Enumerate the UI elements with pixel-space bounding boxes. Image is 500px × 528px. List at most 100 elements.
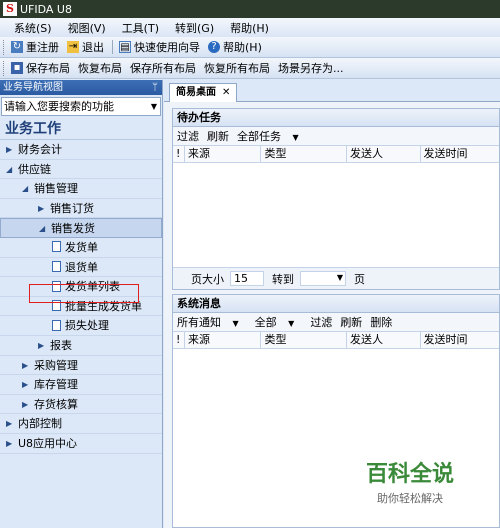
chevron-down-icon[interactable]: ▼ — [148, 98, 160, 115]
toolbar-separator — [112, 40, 113, 54]
re-register-icon: ↻ — [11, 41, 23, 53]
menu-system[interactable]: 系统(S) — [14, 20, 52, 36]
menu-view[interactable]: 视图(V) — [68, 20, 106, 36]
document-icon — [52, 261, 61, 273]
tree-node-reports[interactable]: ▶ 报表 — [0, 336, 162, 356]
tree-node-sales-order[interactable]: ▶ 销售订货 — [0, 199, 162, 219]
save-all-layouts-button[interactable]: 保存所有布局 — [130, 60, 196, 76]
window-title: UFIDA U8 — [20, 2, 72, 16]
wizard-button[interactable]: ▤ 快速使用向导 — [119, 39, 200, 55]
tree-node-internal-control[interactable]: ▶ 内部控制 — [0, 414, 162, 434]
todo-table-header: ! 来源 类型 发送人 发送时间 — [173, 146, 499, 163]
collapse-arrow-icon[interactable]: ◢ — [39, 219, 45, 239]
pin-icon[interactable]: ᛘ — [152, 80, 158, 95]
column-source[interactable]: 来源 — [185, 332, 262, 348]
all-notifications-dropdown[interactable]: 所有通知 ▼ — [177, 314, 247, 330]
watermark-subtitle: 助你轻松解决 — [377, 492, 443, 505]
function-search-input[interactable]: 请输入您要搜索的功能 ▼ — [1, 97, 161, 116]
column-source[interactable]: 来源 — [185, 146, 262, 162]
close-icon[interactable]: ✕ — [222, 84, 230, 102]
tree-node-sales-delivery[interactable]: ◢ 销售发货 — [0, 218, 162, 238]
toolbar-grip[interactable] — [3, 39, 7, 55]
tree-node-inventory-management[interactable]: ▶ 库存管理 — [0, 375, 162, 395]
column-send-time[interactable]: 发送时间 — [421, 332, 500, 348]
tree-node-sales-management[interactable]: ◢ 销售管理 — [0, 179, 162, 199]
all-tasks-dropdown[interactable]: 全部任务 ▼ — [237, 128, 307, 144]
tree-node-purchase-management[interactable]: ▶ 采购管理 — [0, 356, 162, 376]
refresh-button[interactable]: 刷新 — [207, 128, 229, 144]
collapse-arrow-icon[interactable]: ◢ — [6, 160, 12, 180]
tree-node-delivery-note[interactable]: 发货单 — [0, 238, 162, 258]
messages-table-header: ! 来源 类型 发送人 发送时间 — [173, 332, 499, 349]
watermark-title: 百科全说 — [366, 462, 455, 487]
refresh-button[interactable]: 刷新 — [340, 314, 362, 330]
toolbar-grip[interactable] — [3, 60, 7, 76]
tree-node-supply-chain[interactable]: ◢ 供应链 — [0, 160, 162, 180]
business-work-title: 业务工作 — [0, 118, 162, 140]
watermark: 百科全说 助你轻松解决 — [366, 456, 454, 506]
nav-header: 业务导航视图 ᛘ — [0, 80, 162, 95]
menu-goto[interactable]: 转到(G) — [175, 20, 214, 36]
app-logo-icon: S — [3, 2, 17, 16]
title-bar: S UFIDA U8 — [0, 0, 500, 18]
column-type[interactable]: 类型 — [261, 146, 347, 162]
document-icon — [52, 319, 61, 331]
page-size-input[interactable]: 15 — [230, 271, 264, 286]
restore-all-layouts-button[interactable]: 恢复所有布局 — [204, 60, 270, 76]
expand-arrow-icon[interactable]: ▶ — [38, 336, 44, 356]
column-priority[interactable]: ! — [173, 146, 185, 162]
tree-node-u8-app-center[interactable]: ▶ U8应用中心 — [0, 434, 162, 454]
todo-panel: 待办任务 过滤 刷新 全部任务 ▼ ! 来源 类型 发送人 发送时间 页大小 1… — [172, 108, 500, 290]
goto-page-select[interactable]: ▼ — [300, 271, 346, 286]
expand-arrow-icon[interactable]: ▶ — [6, 140, 12, 160]
help-icon: ? — [208, 41, 220, 53]
restore-layout-button[interactable]: 恢复布局 — [78, 60, 122, 76]
re-register-button[interactable]: ↻ 重注册 — [11, 39, 59, 55]
column-sender[interactable]: 发送人 — [347, 146, 421, 162]
expand-arrow-icon[interactable]: ▶ — [6, 434, 12, 454]
save-scene-as-button[interactable]: 场景另存为... — [278, 60, 344, 76]
chevron-down-icon: ▼ — [336, 273, 343, 282]
menu-bar: 系统(S) 视图(V) 工具(T) 转到(G) 帮助(H) — [0, 18, 500, 37]
tree-node-return-note[interactable]: 退货单 — [0, 258, 162, 278]
save-layout-button[interactable]: ▪ 保存布局 — [11, 60, 70, 76]
delete-button[interactable]: 删除 — [370, 314, 392, 330]
column-sender[interactable]: 发送人 — [347, 332, 421, 348]
save-icon: ▪ — [11, 62, 23, 74]
expand-arrow-icon[interactable]: ▶ — [22, 356, 28, 376]
tab-simple-desktop[interactable]: 简易桌面 ✕ — [169, 83, 238, 102]
menu-help[interactable]: 帮助(H) — [230, 20, 269, 36]
tree-node-inventory-accounting[interactable]: ▶ 存货核算 — [0, 395, 162, 415]
document-icon — [52, 241, 61, 253]
messages-title: 系统消息 — [173, 295, 499, 313]
expand-arrow-icon[interactable]: ▶ — [6, 414, 12, 434]
filter-button[interactable]: 过滤 — [310, 314, 332, 330]
highlight-box — [29, 284, 139, 303]
filter-button[interactable]: 过滤 — [177, 128, 199, 144]
chevron-down-icon: ▼ — [288, 319, 295, 328]
exit-button[interactable]: ⇥ 退出 — [67, 39, 104, 55]
layout-toolbar: ▪ 保存布局 恢复布局 保存所有布局 恢复所有布局 场景另存为... — [0, 58, 500, 79]
column-send-time[interactable]: 发送时间 — [421, 146, 500, 162]
expand-arrow-icon[interactable]: ▶ — [38, 199, 44, 219]
tab-strip: 简易桌面 ✕ — [164, 80, 500, 102]
menu-tools[interactable]: 工具(T) — [122, 20, 159, 36]
wizard-icon: ▤ — [119, 41, 131, 53]
messages-actions: 所有通知 ▼ 全部 ▼ 过滤 刷新 删除 — [173, 313, 499, 332]
column-type[interactable]: 类型 — [261, 332, 347, 348]
navigation-panel: 业务导航视图 ᛘ 请输入您要搜索的功能 ▼ 业务工作 ▶ 财务会计 ◢ 供应链 ◢ 销… — [0, 80, 163, 528]
chevron-down-icon: ▼ — [292, 133, 299, 142]
column-priority[interactable]: ! — [173, 332, 185, 348]
tree-node-loss-handling[interactable]: 损失处理 — [0, 316, 162, 336]
main-toolbar: ↻ 重注册 ⇥ 退出 ▤ 快速使用向导 ? 帮助(H) — [0, 37, 500, 58]
tree-node-finance[interactable]: ▶ 财务会计 — [0, 140, 162, 160]
collapse-arrow-icon[interactable]: ◢ — [22, 179, 28, 199]
help-button[interactable]: ? 帮助(H) — [208, 39, 262, 55]
all-dropdown[interactable]: 全部 ▼ — [255, 314, 303, 330]
expand-arrow-icon[interactable]: ▶ — [22, 395, 28, 415]
chevron-down-icon: ▼ — [232, 319, 239, 328]
expand-arrow-icon[interactable]: ▶ — [22, 375, 28, 395]
todo-actions: 过滤 刷新 全部任务 ▼ — [173, 127, 499, 146]
exit-icon: ⇥ — [67, 41, 79, 53]
todo-title: 待办任务 — [173, 109, 499, 127]
